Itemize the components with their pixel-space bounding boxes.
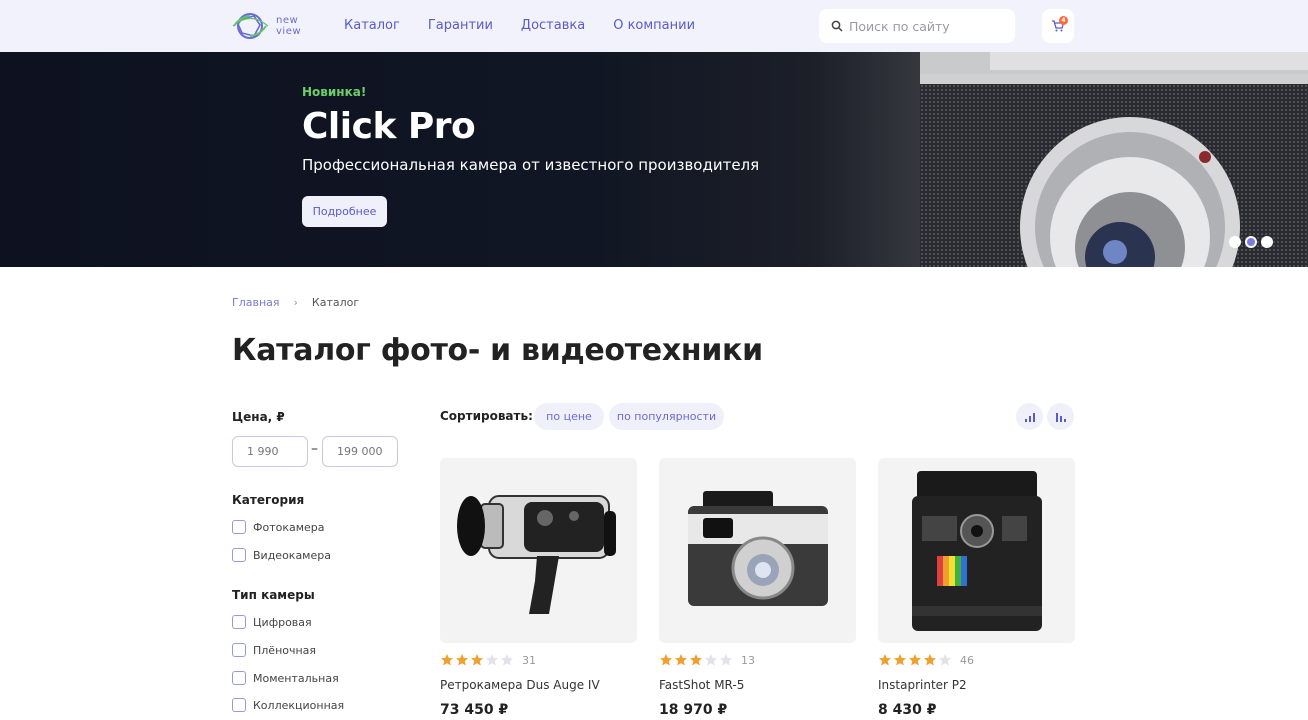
breadcrumb: Главная › Каталог (232, 296, 359, 309)
camera-type-filter-label: Тип камеры (232, 588, 315, 602)
search-box[interactable] (819, 9, 1015, 43)
logo-line-2: view (276, 26, 302, 37)
breadcrumb-home[interactable]: Главная (232, 296, 280, 309)
hero-badge: Новинка! (302, 85, 367, 99)
nav-delivery[interactable]: Доставка (521, 18, 585, 33)
star-icon (501, 654, 513, 666)
hero-camera-image (920, 52, 1308, 267)
checkbox[interactable] (232, 643, 246, 657)
product-card[interactable]: 31 Ретрокамера Dus Auge IV 73 450 ₽ (440, 458, 637, 718)
sort-descending-button[interactable] (1047, 403, 1074, 430)
checkbox-label: Плёночная (253, 643, 317, 657)
logo-aperture-icon (232, 13, 269, 39)
bar-chart-ascending-icon (1024, 412, 1035, 422)
slider-dot-2[interactable] (1245, 236, 1257, 248)
star-icon (471, 654, 483, 666)
checkbox[interactable] (232, 698, 246, 712)
site-header: new view Каталог Гарантии Доставка О ком… (0, 0, 1308, 52)
product-price: 8 430 ₽ (878, 702, 937, 718)
star-icon (456, 654, 468, 666)
slider-dot-3[interactable] (1261, 236, 1273, 248)
product-image[interactable] (440, 458, 637, 643)
checkbox[interactable] (232, 548, 246, 562)
star-icon (486, 654, 498, 666)
sort-ascending-button[interactable] (1016, 403, 1043, 430)
checkbox-label: Видеокамера (253, 548, 331, 562)
hero-more-button[interactable]: Подробнее (302, 196, 387, 227)
search-icon (831, 20, 843, 32)
search-input[interactable] (849, 18, 999, 34)
star-icon (720, 654, 732, 666)
sort-label: Сортировать: (440, 409, 533, 423)
review-count: 31 (522, 653, 536, 667)
price-filter-label: Цена, ₽ (232, 410, 285, 424)
product-name[interactable]: Ретрокамера Dus Auge IV (440, 678, 637, 692)
hero-banner: Новинка! Click Pro Профессиональная каме… (0, 52, 1308, 267)
page-title: Каталог фото- и видеотехники (232, 333, 763, 368)
sort-by-price-button[interactable]: по цене (534, 403, 604, 430)
product-rating: 13 (659, 653, 856, 667)
checkbox-photo-camera[interactable]: Фотокамера (232, 520, 325, 534)
checkbox-instant[interactable]: Моментальная (232, 671, 339, 685)
product-price: 18 970 ₽ (659, 702, 728, 718)
product-image[interactable] (659, 458, 856, 643)
checkbox[interactable] (232, 520, 246, 534)
price-max-input[interactable] (322, 436, 398, 467)
hero-subtitle: Профессиональная камера от известного пр… (302, 156, 760, 174)
checkbox-label: Цифровая (253, 615, 312, 629)
logo[interactable]: new view (232, 11, 301, 41)
instant-camera-image (911, 470, 1042, 631)
star-icon (660, 654, 672, 666)
logo-text: new view (276, 15, 301, 37)
checkbox[interactable] (232, 615, 246, 629)
slider-dot-1[interactable] (1229, 236, 1241, 248)
cart-button[interactable]: 4 (1042, 9, 1074, 43)
star-icon (690, 654, 702, 666)
checkbox[interactable] (232, 671, 246, 685)
star-icon (879, 654, 891, 666)
logo-line-1: new (276, 15, 299, 26)
checkbox-video-camera[interactable]: Видеокамера (232, 548, 331, 562)
star-icon (705, 654, 717, 666)
movie-camera-image (456, 494, 616, 614)
slider-dots (1229, 236, 1273, 248)
checkbox-collectible[interactable]: Коллекционная (232, 698, 344, 712)
product-image[interactable] (878, 458, 1075, 643)
product-name[interactable]: Instaprinter P2 (878, 678, 1075, 692)
star-icon (441, 654, 453, 666)
product-rating: 31 (440, 653, 637, 667)
nav-catalog[interactable]: Каталог (344, 18, 400, 33)
review-count: 46 (960, 653, 974, 667)
category-filter-label: Категория (232, 493, 305, 507)
breadcrumb-current: Каталог (311, 296, 360, 309)
nav-guarantees[interactable]: Гарантии (428, 18, 493, 33)
film-camera-image (687, 490, 828, 606)
hero-title: Click Pro (302, 106, 476, 147)
star-icon (924, 654, 936, 666)
star-icon (894, 654, 906, 666)
checkbox-label: Коллекционная (253, 698, 345, 712)
cart-count-badge: 4 (1059, 16, 1068, 25)
sort-by-popularity-button[interactable]: по популярности (609, 403, 724, 430)
star-icon (939, 654, 951, 666)
product-card[interactable]: 46 Instaprinter P2 8 430 ₽ (878, 458, 1075, 718)
star-icon (675, 654, 687, 666)
product-card[interactable]: 13 FastShot MR-5 18 970 ₽ (659, 458, 856, 718)
breadcrumb-separator: › (293, 296, 298, 309)
checkbox-label: Фотокамера (253, 520, 325, 534)
bar-chart-descending-icon (1055, 412, 1066, 422)
review-count: 13 (741, 653, 755, 667)
main-nav: Каталог Гарантии Доставка О компании (344, 18, 695, 33)
checkbox-digital[interactable]: Цифровая (232, 615, 312, 629)
checkbox-film[interactable]: Плёночная (232, 643, 316, 657)
product-name[interactable]: FastShot MR-5 (659, 678, 856, 692)
star-icon (909, 654, 921, 666)
checkbox-label: Моментальная (253, 671, 339, 685)
product-rating: 46 (878, 653, 1075, 667)
product-price: 73 450 ₽ (440, 702, 509, 718)
nav-about[interactable]: О компании (613, 18, 695, 33)
price-min-input[interactable] (232, 436, 308, 467)
price-range-dash: – (311, 441, 318, 457)
